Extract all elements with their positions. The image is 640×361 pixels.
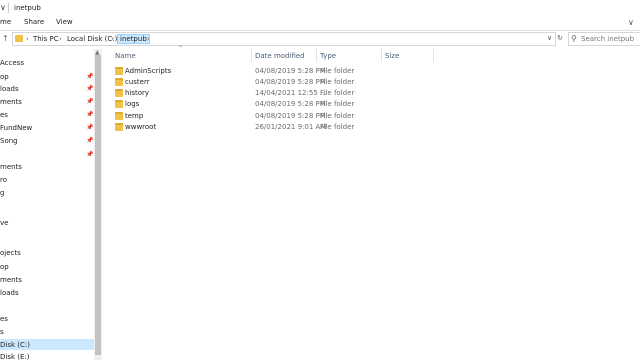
pin-icon: 📌 [86,124,94,131]
up-arrow-icon[interactable]: ↑ [2,34,9,43]
nav-item[interactable]: FundNew [0,124,32,132]
tab-home[interactable]: me [0,18,11,26]
sort-ascending-icon: ⌃ [178,45,184,52]
column-separator[interactable] [433,48,434,62]
file-type: File folder [320,89,355,97]
refresh-icon[interactable]: ↻ [557,34,563,42]
breadcrumb-chevron-icon[interactable]: › [147,35,150,43]
tab-share[interactable]: Share [24,18,44,26]
address-row: ↑ › This PC › Local Disk (C:) › inetpub … [0,31,640,47]
nav-item[interactable]: Access [0,59,24,67]
nav-scroll-thumb[interactable] [95,55,101,355]
nav-item[interactable]: ments [0,98,22,106]
file-date: 04/08/2019 5:28 PM [255,100,326,108]
file-name[interactable]: AdminScripts [125,67,171,75]
nav-item[interactable]: op [0,263,9,271]
file-type: File folder [320,112,355,120]
file-date: 04/08/2019 5:28 PM [255,112,326,120]
file-date: 04/08/2019 5:28 PM [255,78,326,86]
nav-item[interactable]: es [0,315,8,323]
nav-item[interactable]: ments [0,163,22,171]
column-header-type[interactable]: Type [320,52,336,60]
chevron-down-icon[interactable]: ∨ [0,3,6,12]
folder-icon [115,78,123,86]
nav-item[interactable]: op [0,73,9,81]
pin-icon: 📌 [86,73,94,80]
column-header-name[interactable]: Name [115,52,136,60]
breadcrumb-chevron-icon[interactable]: › [26,35,29,43]
folder-icon [115,112,123,120]
nav-item[interactable]: loads [0,289,19,297]
window-title: inetpub [14,4,41,12]
title-separator [8,3,9,13]
title-bar: ∨ inetpub [0,0,640,16]
nav-item[interactable]: ro [0,176,7,184]
ribbon-expand-icon[interactable]: ∨ [628,18,634,27]
pin-icon: 📌 [86,151,94,158]
folder-icon [115,67,123,75]
file-type: File folder [320,67,355,75]
file-type: File folder [320,78,355,86]
column-separator[interactable] [316,48,317,62]
breadcrumb-inetpub[interactable]: inetpub [117,34,150,44]
folder-icon [15,35,23,42]
nav-item[interactable]: Song [0,137,18,145]
column-separator[interactable] [251,48,252,62]
breadcrumb-local-disk[interactable]: Local Disk (C:) [67,35,117,43]
folder-icon [115,89,123,97]
file-name[interactable]: logs [125,100,139,108]
breadcrumb-chevron-icon[interactable]: › [59,35,62,43]
file-name[interactable]: custerr [125,78,150,86]
folder-icon [115,123,123,131]
pin-icon: 📌 [86,137,94,144]
column-header-size[interactable]: Size [385,52,399,60]
ribbon-tabs: me Share View ∨ [0,16,640,30]
nav-item[interactable]: ments [0,276,22,284]
breadcrumb-this-pc[interactable]: This PC [33,35,59,43]
nav-item[interactable]: g [0,189,4,197]
nav-item[interactable]: es [0,111,8,119]
column-header-date[interactable]: Date modified [255,52,305,60]
pin-icon: 📌 [86,98,94,105]
navigation-pane: Access op 📌 loads 📌 ments 📌 es 📌 FundNew… [0,49,94,361]
file-date: 26/01/2021 9:01 AM [255,123,327,131]
file-date: 04/08/2019 5:28 PM [255,67,326,75]
table-row[interactable] [104,111,404,122]
column-separator[interactable] [381,48,382,62]
file-name[interactable]: history [125,89,149,97]
nav-item[interactable]: ojects [0,249,21,257]
file-date: 14/04/2021 12:55 ... [255,89,327,97]
nav-item[interactable]: loads [0,85,19,93]
search-icon: ⚲ [571,34,577,43]
table-row[interactable] [104,99,404,110]
file-type: File folder [320,100,355,108]
search-placeholder: Search inetpub [581,35,635,43]
tab-view[interactable]: View [56,18,73,26]
nav-item[interactable]: ve [0,219,8,227]
nav-item[interactable]: s [0,328,4,336]
pin-icon: 📌 [86,85,94,92]
pin-icon: 📌 [86,111,94,118]
file-name[interactable]: temp [125,112,143,120]
breadcrumb-chevron-icon[interactable]: › [111,35,114,43]
file-name[interactable]: wwwroot [125,123,156,131]
nav-item-local-disk-c[interactable]: Disk (C:) [0,341,30,349]
file-type: File folder [320,123,355,131]
address-dropdown-icon[interactable]: ∨ [547,34,552,42]
folder-icon [115,100,123,108]
